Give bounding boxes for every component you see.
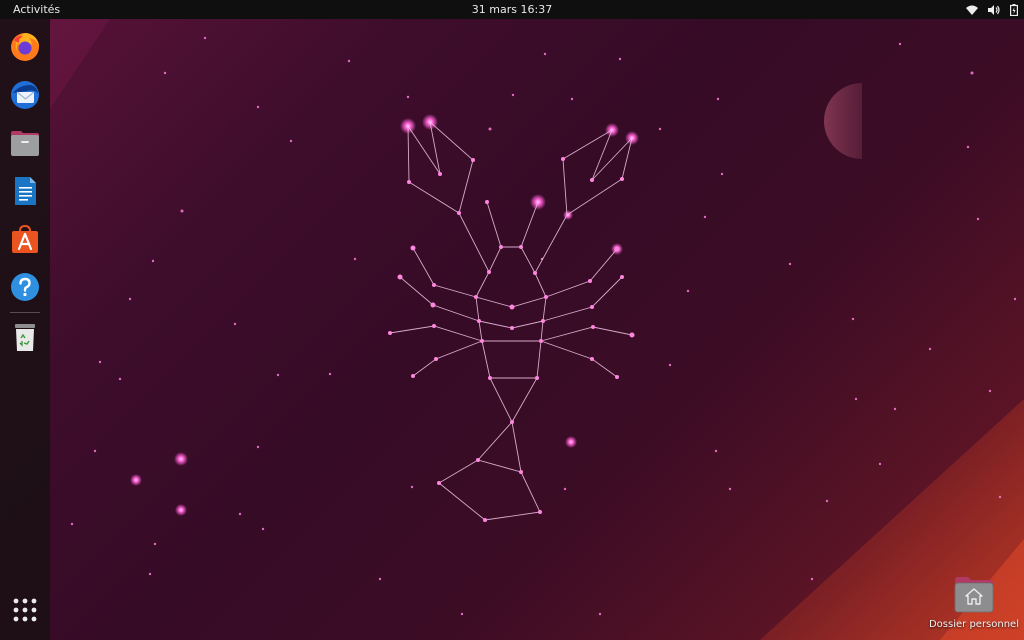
writer-icon [15,177,36,205]
clock-area: 31 mars 16:37 [0,0,1024,19]
software-store-icon [12,224,38,253]
dock-app-firefox[interactable] [5,27,45,67]
desktop: Dossier personnel [0,19,1024,640]
thunderbird-icon [11,81,39,109]
home-folder-label: Dossier personnel [928,619,1019,630]
home-folder-icon [954,577,994,613]
dock-app-thunderbird[interactable] [5,75,45,115]
system-menu[interactable] [966,0,1018,19]
top-bar: Activités 31 mars 16:37 [0,0,1024,19]
dock-app-trash[interactable] [5,317,45,357]
dock-app-help[interactable] [5,267,45,307]
files-icon [11,131,39,156]
date-time-label[interactable]: 31 mars 16:37 [472,3,552,16]
dock-app-files[interactable] [5,123,45,163]
dock [0,19,50,640]
home-folder-desktop-icon[interactable]: Dossier personnel [928,574,1020,638]
volume-icon [988,4,1000,15]
dock-app-writer[interactable] [5,171,45,211]
dock-app-software[interactable] [5,219,45,259]
battery-icon [1010,3,1018,16]
dock-separator [10,312,40,313]
app-grid-icon [13,598,37,622]
help-icon [11,273,39,301]
show-applications-button[interactable] [9,594,41,626]
wallpaper [50,19,1024,640]
activities-button[interactable]: Activités [5,0,68,19]
wifi-icon [966,5,978,15]
firefox-icon [11,33,39,61]
trash-icon [15,324,35,351]
